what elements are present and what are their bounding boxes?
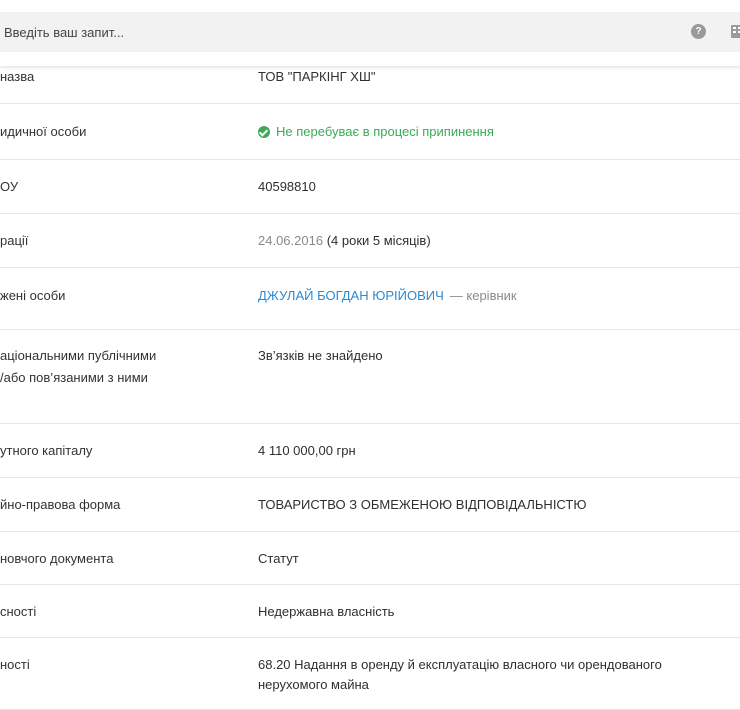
search-input[interactable]: [2, 23, 646, 41]
person-link[interactable]: ДЖУЛАЙ БОГДАН ЮРІЙОВИЧ: [258, 288, 444, 303]
row-legal-form: йно-правова форма ТОВАРИСТВО З ОБМЕЖЕНОЮ…: [0, 478, 740, 532]
ownership-value: Недержавна власність: [258, 604, 395, 619]
row-capital: утного капіталу 4 110 000,00 грн: [0, 424, 740, 478]
row-registration: рації 24.06.2016 (4 роки 5 місяців): [0, 214, 740, 268]
search-bar: ?: [0, 12, 740, 52]
founding-doc-value: Статут: [258, 551, 299, 566]
top-bar: ?: [0, 0, 740, 66]
row-persons: жені особи ДЖУЛАЙ БОГДАН ЮРІЙОВИЧ — керів…: [0, 268, 740, 330]
row-founding-doc: новчого документа Статут: [0, 532, 740, 585]
row-pep: аціональними публічними /або пов’язаними…: [0, 330, 740, 424]
related-person: ДЖУЛАЙ БОГДАН ЮРІЙОВИЧ — керівник: [258, 286, 728, 306]
row-label: назва: [0, 69, 35, 84]
activity-line1: 68.20 Надання в оренду й експлуатацію вл…: [258, 657, 662, 672]
row-label: новчого документа: [0, 551, 114, 566]
row-label: рації: [0, 233, 29, 248]
row-label: ності: [0, 657, 30, 672]
row-label: йно-правова форма: [0, 497, 121, 512]
role-text: — керівник: [449, 288, 517, 303]
capital-value: 4 110 000,00 грн: [258, 443, 356, 458]
row-label-line1: аціональними публічними: [0, 348, 157, 363]
pep-value: Зв’язків не знайдено: [258, 348, 383, 363]
status-value: Не перебуває в процесі припинення: [258, 122, 728, 142]
row-label: жені особи: [0, 288, 66, 303]
row-label: утного капіталу: [0, 443, 93, 458]
row-label: сності: [0, 604, 37, 619]
date-text: 24.06.2016: [258, 233, 324, 248]
row-status: идичної особи Не перебуває в процесі при…: [0, 104, 740, 160]
row-activity: ності 68.20 Надання в оренду й експлуата…: [0, 638, 740, 710]
activity-line2: нерухомого майна: [258, 677, 369, 692]
edrpou-code: 40598810: [258, 179, 316, 194]
row-label-line2: /або пов’язаними з ними: [0, 370, 148, 385]
legal-form-value: ТОВАРИСТВО З ОБМЕЖЕНОЮ ВІДПОВІДАЛЬНІСТЮ: [258, 497, 587, 512]
registration-date: 24.06.2016 (4 роки 5 місяців): [258, 231, 728, 251]
row-code: ОУ 40598810: [0, 160, 740, 214]
check-circle-icon: [258, 126, 270, 138]
row-ownership: сності Недержавна власність: [0, 585, 740, 638]
grid-icon[interactable]: [731, 25, 740, 38]
age-text: (4 роки 5 місяців): [326, 233, 431, 248]
help-icon[interactable]: ?: [691, 24, 706, 39]
row-label: ОУ: [0, 179, 19, 194]
status-text: Не перебуває в процесі припинення: [276, 124, 494, 139]
company-name: ТОВ "ПАРКІНГ ХШ": [258, 69, 376, 84]
row-label: идичної особи: [0, 124, 87, 139]
